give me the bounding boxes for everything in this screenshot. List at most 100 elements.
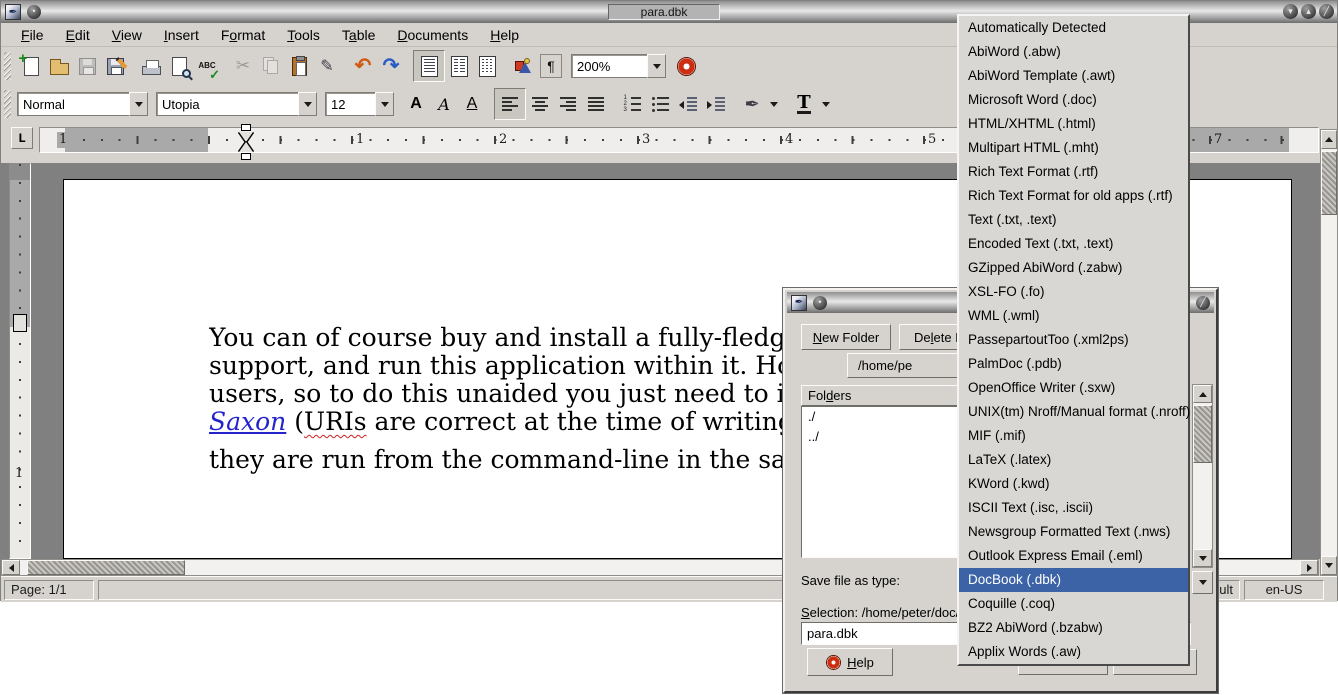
first-line-indent-handle[interactable] xyxy=(241,124,251,131)
font-size-dropdown-button[interactable] xyxy=(375,92,394,116)
indent-marker[interactable] xyxy=(239,124,254,162)
file-type-option[interactable]: MIF (.mif) xyxy=(959,424,1188,448)
file-type-option[interactable]: Rich Text Format for old apps (.rtf) xyxy=(959,184,1188,208)
file-type-option[interactable]: Automatically Detected xyxy=(959,16,1188,40)
view-two-columns-button[interactable] xyxy=(445,52,473,80)
font-color-button[interactable]: T xyxy=(790,90,818,118)
copy-button[interactable] xyxy=(257,52,285,80)
highlight-color-dropdown[interactable] xyxy=(766,90,782,118)
vertical-scrollbar[interactable] xyxy=(1320,129,1338,576)
bullet-list-button[interactable] xyxy=(646,90,674,118)
file-type-option[interactable]: PassepartoutToo (.xml2ps) xyxy=(959,328,1188,352)
file-type-combo-arrow[interactable] xyxy=(1192,571,1213,594)
menu-item[interactable]: Tools xyxy=(277,25,330,45)
open-button[interactable] xyxy=(45,52,73,80)
scroll-right-button[interactable] xyxy=(1300,560,1318,575)
horizontal-scroll-thumb[interactable] xyxy=(27,560,185,575)
scroll-left-button[interactable] xyxy=(2,560,20,575)
left-indent-handle-top[interactable] xyxy=(239,132,253,142)
paste-button[interactable] xyxy=(285,52,313,80)
menu-item[interactable]: Edit xyxy=(56,25,100,45)
toolbar-grip[interactable] xyxy=(4,52,11,80)
align-left-button[interactable] xyxy=(494,88,526,120)
file-type-option[interactable]: AbiWord (.abw) xyxy=(959,40,1188,64)
show-paragraphs-button[interactable]: ¶ xyxy=(537,52,565,80)
help-button[interactable] xyxy=(672,52,700,80)
files-scroll-down-button[interactable] xyxy=(1193,549,1212,567)
file-type-option[interactable]: GZipped AbiWord (.zabw) xyxy=(959,256,1188,280)
file-type-option[interactable]: Text (.txt, .text) xyxy=(959,208,1188,232)
align-center-button[interactable] xyxy=(526,90,554,118)
decrease-indent-button[interactable] xyxy=(674,90,702,118)
file-type-option[interactable]: HTML/XHTML (.html) xyxy=(959,112,1188,136)
file-type-option[interactable]: OpenOffice Writer (.sxw) xyxy=(959,376,1188,400)
font-size-value[interactable]: 12 xyxy=(325,92,375,116)
left-indent-handle[interactable] xyxy=(241,153,251,160)
window-menu-button[interactable]: • xyxy=(27,5,41,19)
toolbar-grip[interactable] xyxy=(4,90,11,118)
saxon-hyperlink[interactable]: Saxon xyxy=(209,407,286,436)
file-type-option[interactable]: Microsoft Word (.doc) xyxy=(959,88,1188,112)
file-type-option[interactable]: Rich Text Format (.rtf) xyxy=(959,160,1188,184)
menu-item[interactable]: Help xyxy=(480,25,529,45)
view-three-columns-button[interactable] xyxy=(473,52,501,80)
highlight-color-button[interactable]: ✒ xyxy=(738,90,766,118)
dialog-menu-button[interactable]: • xyxy=(813,296,827,310)
style-dropdown-button[interactable] xyxy=(129,92,148,116)
file-type-option[interactable]: Newsgroup Formatted Text (.nws) xyxy=(959,520,1188,544)
vertical-ruler[interactable]: 1 xyxy=(9,163,31,559)
file-type-option[interactable]: AbiWord Template (.awt) xyxy=(959,64,1188,88)
file-type-option[interactable]: PalmDoc (.pdb) xyxy=(959,352,1188,376)
view-one-column-button[interactable] xyxy=(413,50,445,82)
menu-item[interactable]: Format xyxy=(211,25,275,45)
file-type-option[interactable]: DocBook (.dbk) xyxy=(959,568,1188,592)
top-margin-handle[interactable] xyxy=(13,314,27,332)
undo-button[interactable]: ↶ xyxy=(349,52,377,80)
italic-button[interactable]: A xyxy=(430,90,458,118)
file-type-option[interactable]: Outlook Express Email (.eml) xyxy=(959,544,1188,568)
file-type-option[interactable]: WML (.wml) xyxy=(959,304,1188,328)
dialog-close-button[interactable]: ╱ xyxy=(1196,296,1210,310)
file-type-option[interactable]: Coquille (.coq) xyxy=(959,592,1188,616)
files-list-scrollbar[interactable] xyxy=(1192,384,1213,568)
files-scroll-thumb[interactable] xyxy=(1193,405,1212,463)
file-type-option[interactable]: XSL-FO (.fo) xyxy=(959,280,1188,304)
file-type-option[interactable]: UNIX(tm) Nroff/Manual format (.nroff) xyxy=(959,400,1188,424)
maximize-button[interactable]: ▴ xyxy=(1301,4,1316,19)
close-button[interactable]: ╱ xyxy=(1319,4,1334,19)
files-scroll-up-button[interactable] xyxy=(1193,385,1212,403)
menu-item[interactable]: File xyxy=(11,25,54,45)
increase-indent-button[interactable] xyxy=(702,90,730,118)
new-folder-button[interactable]: New Folder xyxy=(801,324,891,350)
dialog-help-button[interactable]: Help xyxy=(807,648,893,676)
file-type-option[interactable]: KWord (.kwd) xyxy=(959,472,1188,496)
redo-button[interactable]: ↷ xyxy=(377,52,405,80)
align-right-button[interactable] xyxy=(554,90,582,118)
vertical-scroll-thumb[interactable] xyxy=(1321,151,1337,215)
minimize-button[interactable]: ▾ xyxy=(1283,4,1298,19)
bold-button[interactable]: A xyxy=(402,90,430,118)
menu-item[interactable]: Table xyxy=(332,25,385,45)
style-value[interactable]: Normal xyxy=(17,92,129,116)
cut-button[interactable]: ✂ xyxy=(229,52,257,80)
numbered-list-button[interactable]: 123 xyxy=(618,90,646,118)
file-type-option[interactable]: Multipart HTML (.mht) xyxy=(959,136,1188,160)
scroll-down-button[interactable] xyxy=(1321,556,1337,575)
file-type-option[interactable]: Applix Words (.aw) xyxy=(959,640,1188,664)
print-preview-button[interactable] xyxy=(165,52,193,80)
file-type-option[interactable]: ISCII Text (.isc, .iscii) xyxy=(959,496,1188,520)
save-button[interactable] xyxy=(73,52,101,80)
new-document-button[interactable]: + xyxy=(17,52,45,80)
language-indicator[interactable]: en-US xyxy=(1244,580,1324,600)
print-button[interactable] xyxy=(137,52,165,80)
align-justify-button[interactable] xyxy=(582,90,610,118)
zoom-value[interactable]: 200% xyxy=(571,54,647,78)
menu-item[interactable]: Documents xyxy=(387,25,478,45)
font-dropdown-button[interactable] xyxy=(298,92,317,116)
menu-item[interactable]: Insert xyxy=(154,25,209,45)
tab-selector-button[interactable]: L xyxy=(11,127,33,149)
left-indent-handle-bottom[interactable] xyxy=(239,142,253,152)
scroll-up-button[interactable] xyxy=(1321,130,1337,149)
zoom-page-button[interactable] xyxy=(509,52,537,80)
underline-button[interactable]: A xyxy=(458,90,486,118)
